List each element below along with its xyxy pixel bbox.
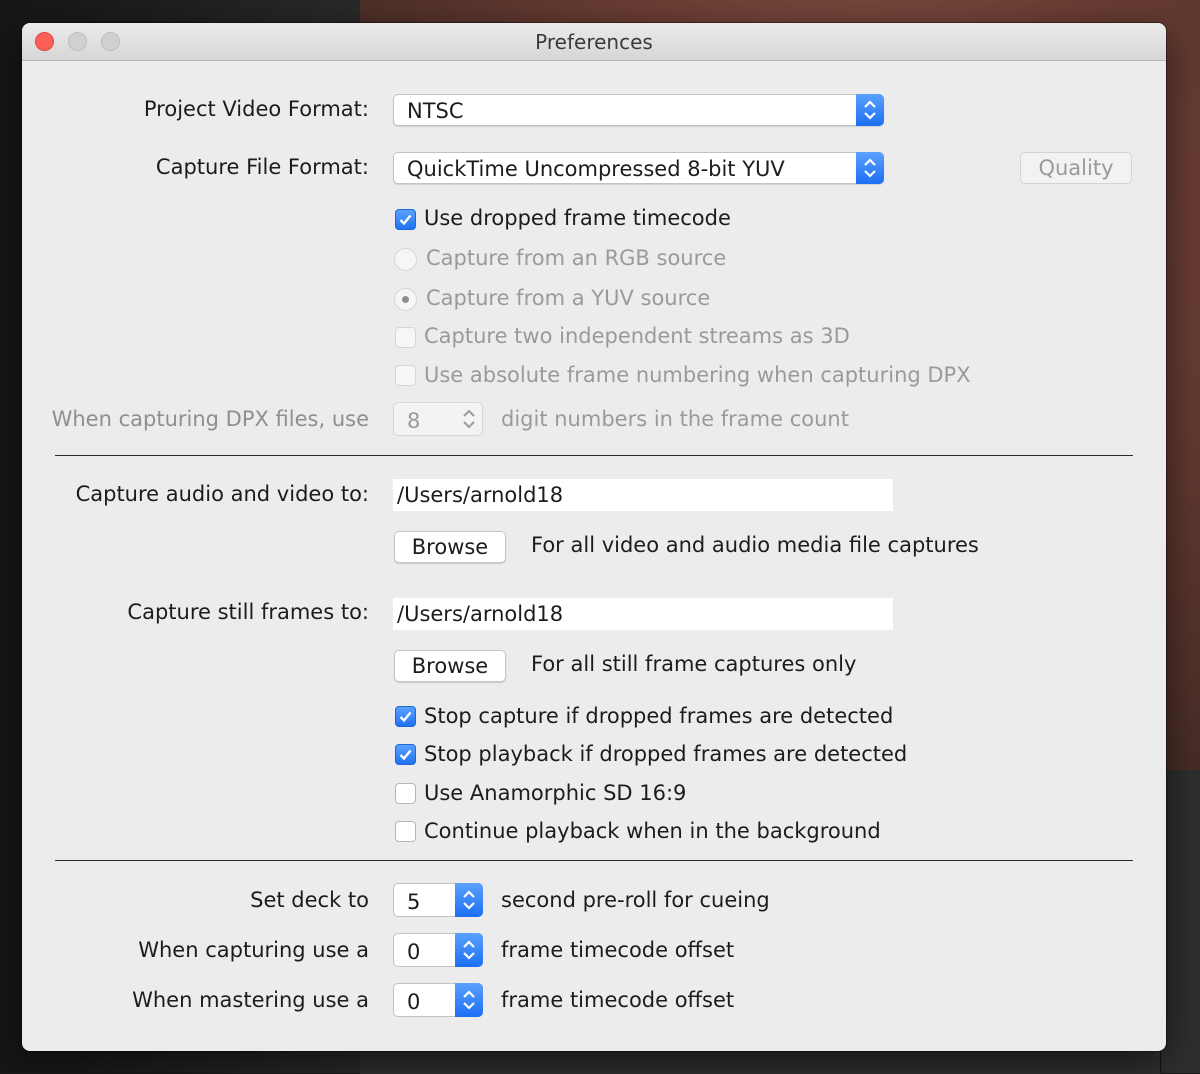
capture-file-format-label: Capture File Format: xyxy=(155,155,369,179)
project-video-format-popup[interactable]: NTSC xyxy=(393,94,884,126)
master-offset-suffix: frame timecode offset xyxy=(501,988,735,1012)
capture-av-hint: For all video and audio media file captu… xyxy=(531,533,979,557)
stop-capture-dropped-checkbox[interactable] xyxy=(395,706,416,727)
absolute-frame-numbering-label: Use absolute frame numbering when captur… xyxy=(424,363,971,387)
yuv-source-radio[interactable] xyxy=(394,288,417,311)
stepper-arrows-icon[interactable] xyxy=(455,933,483,967)
capture-offset-value: 0 xyxy=(407,940,421,964)
anamorphic-label: Use Anamorphic SD 16:9 xyxy=(424,781,687,805)
checkmark-icon xyxy=(399,711,412,723)
project-video-format-label: Project Video Format: xyxy=(143,97,369,121)
stop-playback-dropped-label: Stop playback if dropped frames are dete… xyxy=(424,742,908,766)
capture-still-label: Capture still frames to: xyxy=(127,600,369,624)
preroll-stepper[interactable]: 5 xyxy=(393,883,483,917)
dpx-digits-value: 8 xyxy=(407,409,421,433)
popup-arrows-icon xyxy=(856,94,884,126)
stepper-arrows-icon xyxy=(455,402,483,436)
popup-arrows-icon xyxy=(856,152,884,184)
yuv-source-label: Capture from a YUV source xyxy=(426,286,711,310)
capture-offset-stepper[interactable]: 0 xyxy=(393,933,483,967)
two-streams-3d-label: Capture two independent streams as 3D xyxy=(424,324,850,348)
master-offset-stepper[interactable]: 0 xyxy=(393,983,483,1017)
dpx-digits-label: When capturing DPX files, use xyxy=(51,407,369,431)
preroll-label: Set deck to xyxy=(250,888,369,912)
checkmark-icon xyxy=(399,749,412,761)
continue-background-label: Continue playback when in the background xyxy=(424,819,881,843)
capture-still-browse-button[interactable]: Browse xyxy=(394,650,506,682)
anamorphic-checkbox[interactable] xyxy=(395,783,416,804)
preferences-window: Preferences Project Video Format: NTSC C… xyxy=(22,23,1166,1051)
capture-offset-label: When capturing use a xyxy=(138,938,369,962)
capture-still-path-field[interactable]: /Users/arnold18 xyxy=(393,598,893,630)
master-offset-value: 0 xyxy=(407,990,421,1014)
capture-file-format-value: QuickTime Uncompressed 8-bit YUV xyxy=(407,157,785,181)
preroll-value: 5 xyxy=(407,890,421,914)
radio-dot-icon xyxy=(402,296,409,303)
dropped-frame-timecode-label: Use dropped frame timecode xyxy=(424,206,731,230)
stepper-arrows-icon[interactable] xyxy=(455,883,483,917)
master-offset-label: When mastering use a xyxy=(132,988,369,1012)
background-sidebar xyxy=(1160,770,1200,1073)
rgb-source-label: Capture from an RGB source xyxy=(426,246,727,270)
dpx-digits-stepper[interactable]: 8 xyxy=(393,402,483,436)
project-video-format-value: NTSC xyxy=(407,99,464,123)
title-bar[interactable]: Preferences xyxy=(22,23,1166,61)
dpx-digits-suffix: digit numbers in the frame count xyxy=(501,407,849,431)
rgb-source-radio[interactable] xyxy=(394,248,417,271)
stop-playback-dropped-checkbox[interactable] xyxy=(395,744,416,765)
capture-av-browse-button[interactable]: Browse xyxy=(394,531,506,563)
dropped-frame-timecode-checkbox[interactable] xyxy=(395,209,416,230)
capture-offset-suffix: frame timecode offset xyxy=(501,938,735,962)
capture-still-hint: For all still frame captures only xyxy=(531,652,857,676)
capture-file-format-popup[interactable]: QuickTime Uncompressed 8-bit YUV xyxy=(393,152,884,184)
preroll-suffix: second pre-roll for cueing xyxy=(501,888,770,912)
capture-av-path-field[interactable]: /Users/arnold18 xyxy=(393,479,893,511)
section-divider xyxy=(55,860,1133,861)
capture-av-path-value: /Users/arnold18 xyxy=(397,483,564,507)
two-streams-3d-checkbox[interactable] xyxy=(395,327,416,348)
section-divider xyxy=(55,455,1133,456)
capture-av-label: Capture audio and video to: xyxy=(75,482,369,506)
checkmark-icon xyxy=(399,214,412,226)
stop-capture-dropped-label: Stop capture if dropped frames are detec… xyxy=(424,704,894,728)
stepper-arrows-icon[interactable] xyxy=(455,983,483,1017)
capture-still-path-value: /Users/arnold18 xyxy=(397,602,564,626)
absolute-frame-numbering-checkbox[interactable] xyxy=(395,365,416,386)
quality-button[interactable]: Quality xyxy=(1020,152,1132,184)
window-title: Preferences xyxy=(535,30,653,54)
continue-background-checkbox[interactable] xyxy=(395,821,416,842)
